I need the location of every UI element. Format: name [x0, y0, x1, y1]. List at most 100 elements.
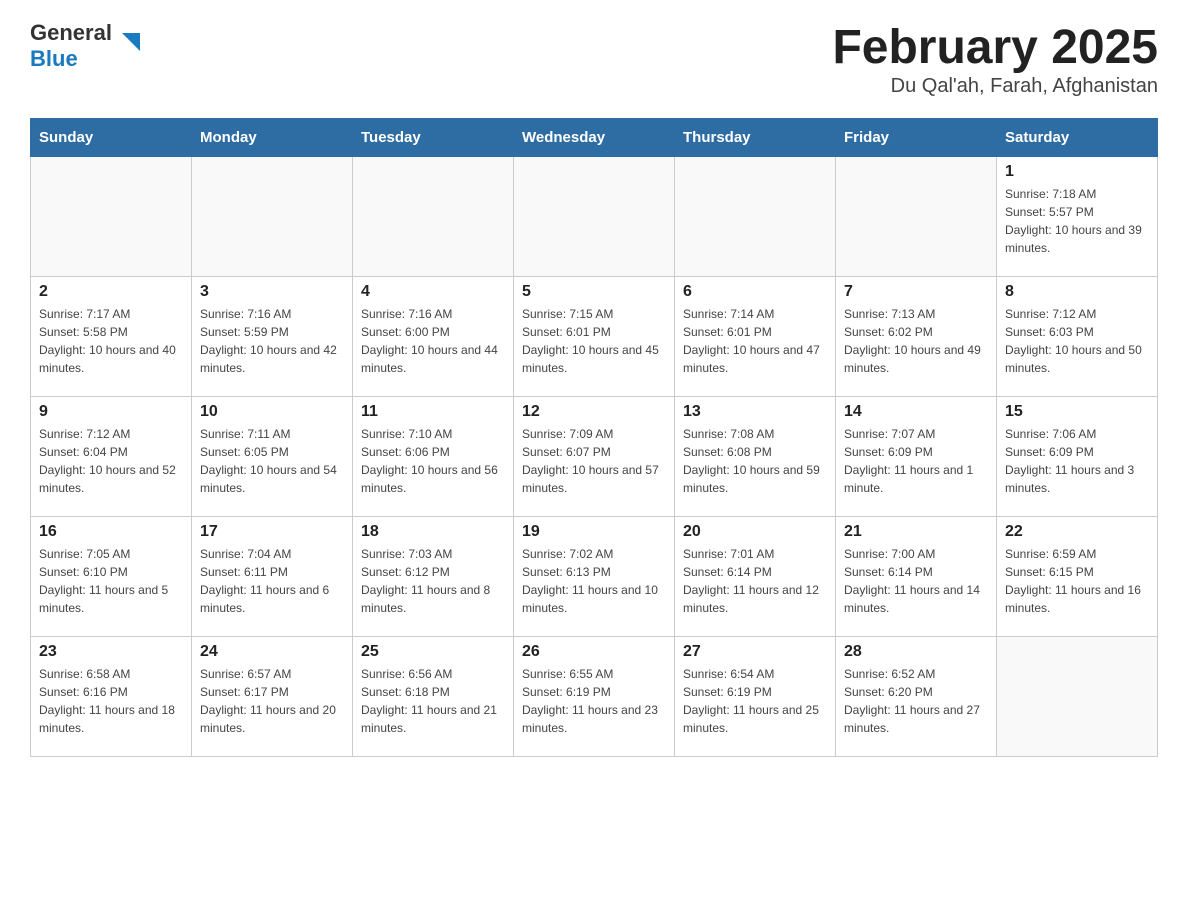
day-number: 23 [39, 643, 183, 661]
day-number: 8 [1005, 283, 1149, 301]
day-number: 19 [522, 523, 666, 541]
day-number: 16 [39, 523, 183, 541]
day-info: Sunrise: 7:10 AM Sunset: 6:06 PM Dayligh… [361, 425, 505, 497]
day-info: Sunrise: 7:05 AM Sunset: 6:10 PM Dayligh… [39, 545, 183, 617]
logo-triangle-icon [122, 33, 140, 51]
table-row: 17 Sunrise: 7:04 AM Sunset: 6:11 PM Dayli… [192, 517, 353, 637]
table-row: 18 Sunrise: 7:03 AM Sunset: 6:12 PM Dayli… [353, 517, 514, 637]
day-info: Sunrise: 7:12 AM Sunset: 6:03 PM Dayligh… [1005, 305, 1149, 377]
day-number: 4 [361, 283, 505, 301]
table-row: 23 Sunrise: 6:58 AM Sunset: 6:16 PM Dayli… [31, 637, 192, 757]
table-row: 5 Sunrise: 7:15 AM Sunset: 6:01 PM Daylig… [514, 277, 675, 397]
table-row: 19 Sunrise: 7:02 AM Sunset: 6:13 PM Dayli… [514, 517, 675, 637]
day-number: 27 [683, 643, 827, 661]
day-number: 20 [683, 523, 827, 541]
calendar-week-row: 16 Sunrise: 7:05 AM Sunset: 6:10 PM Dayli… [31, 517, 1158, 637]
table-row: 12 Sunrise: 7:09 AM Sunset: 6:07 PM Dayli… [514, 397, 675, 517]
day-number: 13 [683, 403, 827, 421]
day-number: 14 [844, 403, 988, 421]
table-row: 14 Sunrise: 7:07 AM Sunset: 6:09 PM Dayli… [836, 397, 997, 517]
calendar-week-row: 9 Sunrise: 7:12 AM Sunset: 6:04 PM Daylig… [31, 397, 1158, 517]
table-row [836, 157, 997, 277]
location-title: Du Qal'ah, Farah, Afghanistan [832, 75, 1158, 98]
table-row: 15 Sunrise: 7:06 AM Sunset: 6:09 PM Dayli… [997, 397, 1158, 517]
table-row: 9 Sunrise: 7:12 AM Sunset: 6:04 PM Daylig… [31, 397, 192, 517]
table-row: 20Sunrise: 7:01 AM Sunset: 6:14 PM Dayli… [675, 517, 836, 637]
col-monday: Monday [192, 119, 353, 157]
table-row [675, 157, 836, 277]
page-header: General Blue February 2025 Du Qal'ah, Fa… [30, 20, 1158, 98]
table-row: 21Sunrise: 7:00 AM Sunset: 6:14 PM Dayli… [836, 517, 997, 637]
calendar-table: Sunday Monday Tuesday Wednesday Thursday… [30, 118, 1158, 757]
day-number: 17 [200, 523, 344, 541]
table-row: 3 Sunrise: 7:16 AM Sunset: 5:59 PM Daylig… [192, 277, 353, 397]
day-number: 3 [200, 283, 344, 301]
day-info: Sunrise: 6:54 AM Sunset: 6:19 PM Dayligh… [683, 665, 827, 737]
day-number: 12 [522, 403, 666, 421]
day-info: Sunrise: 7:13 AM Sunset: 6:02 PM Dayligh… [844, 305, 988, 377]
table-row: 1 Sunrise: 7:18 AM Sunset: 5:57 PM Daylig… [997, 157, 1158, 277]
day-info: Sunrise: 7:08 AM Sunset: 6:08 PM Dayligh… [683, 425, 827, 497]
day-info: Sunrise: 7:12 AM Sunset: 6:04 PM Dayligh… [39, 425, 183, 497]
day-info: Sunrise: 7:07 AM Sunset: 6:09 PM Dayligh… [844, 425, 988, 497]
day-info: Sunrise: 7:02 AM Sunset: 6:13 PM Dayligh… [522, 545, 666, 617]
calendar-week-row: 1 Sunrise: 7:18 AM Sunset: 5:57 PM Daylig… [31, 157, 1158, 277]
day-info: Sunrise: 7:09 AM Sunset: 6:07 PM Dayligh… [522, 425, 666, 497]
day-number: 5 [522, 283, 666, 301]
col-saturday: Saturday [997, 119, 1158, 157]
day-info: Sunrise: 7:16 AM Sunset: 5:59 PM Dayligh… [200, 305, 344, 377]
table-row: 26 Sunrise: 6:55 AM Sunset: 6:19 PM Dayli… [514, 637, 675, 757]
table-row [997, 637, 1158, 757]
day-info: Sunrise: 6:55 AM Sunset: 6:19 PM Dayligh… [522, 665, 666, 737]
table-row: 28 Sunrise: 6:52 AM Sunset: 6:20 PM Dayli… [836, 637, 997, 757]
table-row [514, 157, 675, 277]
day-number: 6 [683, 283, 827, 301]
calendar-week-row: 2 Sunrise: 7:17 AM Sunset: 5:58 PM Daylig… [31, 277, 1158, 397]
day-info: Sunrise: 6:57 AM Sunset: 6:17 PM Dayligh… [200, 665, 344, 737]
col-friday: Friday [836, 119, 997, 157]
day-info: Sunrise: 7:17 AM Sunset: 5:58 PM Dayligh… [39, 305, 183, 377]
day-number: 18 [361, 523, 505, 541]
day-number: 1 [1005, 163, 1149, 181]
day-number: 9 [39, 403, 183, 421]
calendar-week-row: 23 Sunrise: 6:58 AM Sunset: 6:16 PM Dayli… [31, 637, 1158, 757]
day-number: 15 [1005, 403, 1149, 421]
table-row: 4 Sunrise: 7:16 AM Sunset: 6:00 PM Daylig… [353, 277, 514, 397]
col-tuesday: Tuesday [353, 119, 514, 157]
table-row: 16 Sunrise: 7:05 AM Sunset: 6:10 PM Dayli… [31, 517, 192, 637]
day-info: Sunrise: 7:18 AM Sunset: 5:57 PM Dayligh… [1005, 185, 1149, 257]
day-info: Sunrise: 7:04 AM Sunset: 6:11 PM Dayligh… [200, 545, 344, 617]
day-number: 22 [1005, 523, 1149, 541]
table-row: 24 Sunrise: 6:57 AM Sunset: 6:17 PM Dayli… [192, 637, 353, 757]
logo-blue-text: Blue [30, 46, 78, 72]
table-row: 7Sunrise: 7:13 AM Sunset: 6:02 PM Daylig… [836, 277, 997, 397]
col-sunday: Sunday [31, 119, 192, 157]
table-row [31, 157, 192, 277]
day-number: 11 [361, 403, 505, 421]
day-info: Sunrise: 7:16 AM Sunset: 6:00 PM Dayligh… [361, 305, 505, 377]
day-number: 25 [361, 643, 505, 661]
table-row: 6Sunrise: 7:14 AM Sunset: 6:01 PM Daylig… [675, 277, 836, 397]
day-number: 24 [200, 643, 344, 661]
table-row: 10 Sunrise: 7:11 AM Sunset: 6:05 PM Dayli… [192, 397, 353, 517]
day-info: Sunrise: 6:52 AM Sunset: 6:20 PM Dayligh… [844, 665, 988, 737]
logo: General Blue [30, 20, 122, 72]
day-number: 28 [844, 643, 988, 661]
day-number: 26 [522, 643, 666, 661]
table-row: 25 Sunrise: 6:56 AM Sunset: 6:18 PM Dayli… [353, 637, 514, 757]
title-block: February 2025 Du Qal'ah, Farah, Afghanis… [832, 20, 1158, 98]
table-row: 22Sunrise: 6:59 AM Sunset: 6:15 PM Dayli… [997, 517, 1158, 637]
day-number: 21 [844, 523, 988, 541]
col-wednesday: Wednesday [514, 119, 675, 157]
table-row [353, 157, 514, 277]
day-number: 10 [200, 403, 344, 421]
calendar-header-row: Sunday Monday Tuesday Wednesday Thursday… [31, 119, 1158, 157]
day-info: Sunrise: 7:15 AM Sunset: 6:01 PM Dayligh… [522, 305, 666, 377]
day-info: Sunrise: 7:11 AM Sunset: 6:05 PM Dayligh… [200, 425, 344, 497]
day-number: 2 [39, 283, 183, 301]
day-info: Sunrise: 6:56 AM Sunset: 6:18 PM Dayligh… [361, 665, 505, 737]
day-info: Sunrise: 7:06 AM Sunset: 6:09 PM Dayligh… [1005, 425, 1149, 497]
day-info: Sunrise: 7:03 AM Sunset: 6:12 PM Dayligh… [361, 545, 505, 617]
table-row: 27 Sunrise: 6:54 AM Sunset: 6:19 PM Dayli… [675, 637, 836, 757]
day-info: Sunrise: 6:58 AM Sunset: 6:16 PM Dayligh… [39, 665, 183, 737]
